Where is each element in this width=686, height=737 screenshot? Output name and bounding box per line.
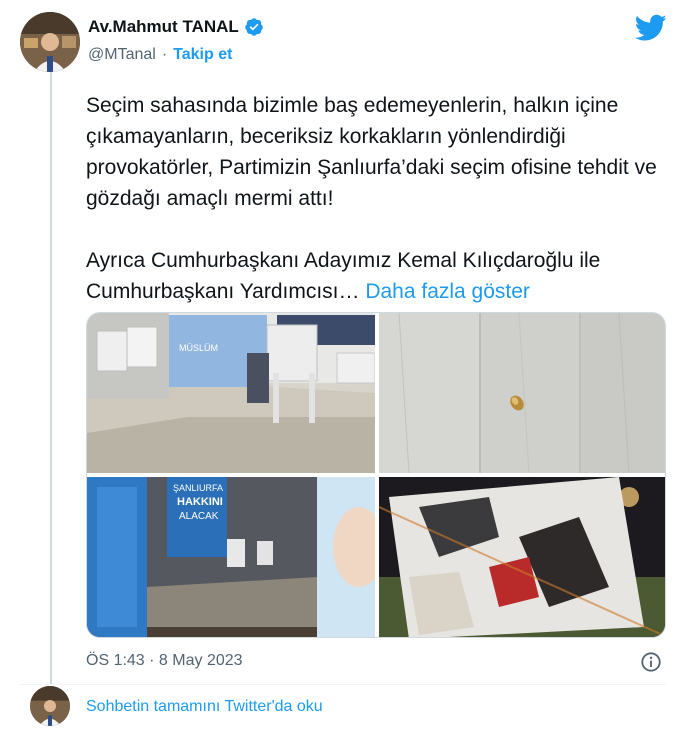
thread-line	[50, 72, 52, 684]
read-thread-link[interactable]: Sohbetin tamamını Twitter'da oku	[86, 698, 323, 716]
divider	[20, 684, 666, 685]
photo-bullet-on-floor[interactable]	[379, 313, 665, 473]
follow-button[interactable]: Takip et	[173, 46, 232, 64]
twitter-bird-icon[interactable]	[634, 14, 667, 42]
photo1-banner-text: MÜSLÜM	[179, 343, 218, 353]
photo3-banner-line1: ŞANLIURFA	[173, 483, 223, 493]
tweet-body: Seçim sahasında bizimle baş edemeyenleri…	[86, 94, 657, 303]
footer-avatar[interactable]	[30, 686, 70, 726]
media-grid: MÜSLÜM ŞANLIURFA HAKKINI ALACAK	[86, 312, 666, 638]
photo3-banner-line3: ALACAK	[179, 511, 219, 522]
display-name[interactable]: Av.Mahmut TANAL	[88, 17, 239, 37]
photo-office-entrance[interactable]: ŞANLIURFA HAKKINI ALACAK	[87, 477, 375, 637]
avatar[interactable]	[20, 12, 80, 72]
tweet-text: Seçim sahasında bizimle baş edemeyenleri…	[86, 90, 666, 307]
separator: ·	[161, 46, 168, 63]
photo-torn-billboard[interactable]	[379, 477, 665, 637]
tweet-timestamp[interactable]: ÖS 1:43 · 8 May 2023	[86, 652, 243, 670]
handle[interactable]: @MTanal	[88, 46, 156, 64]
handle-row: @MTanal · Takip et	[88, 46, 232, 64]
photo3-banner-line2: HAKKINI	[177, 496, 223, 508]
photo-office-interior[interactable]: MÜSLÜM	[87, 313, 375, 473]
info-icon[interactable]	[640, 651, 662, 673]
author-name-row: Av.Mahmut TANAL	[88, 17, 264, 37]
show-more-link[interactable]: Daha fazla göster	[365, 280, 530, 303]
verified-badge-icon	[244, 17, 264, 37]
tweet-card: Av.Mahmut TANAL @MTanal · Takip et Seçim…	[0, 0, 686, 737]
